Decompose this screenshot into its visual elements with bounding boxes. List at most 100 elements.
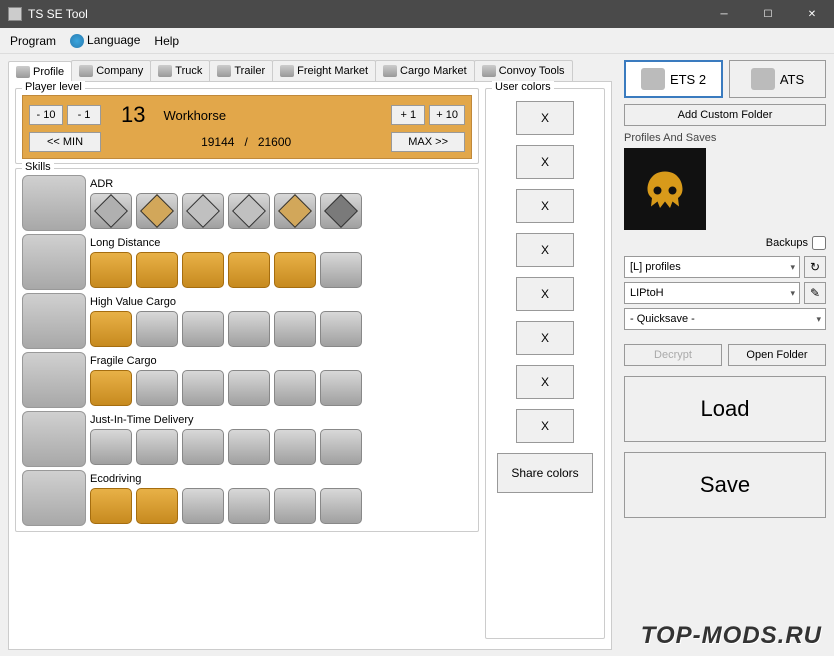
skill-eco-cell-1[interactable] xyxy=(136,488,178,524)
skill-eco-cell-0[interactable] xyxy=(90,488,132,524)
skill-high-cell-5[interactable] xyxy=(320,311,362,347)
level-plus-10[interactable]: + 10 xyxy=(429,105,465,125)
skill-high-cell-1[interactable] xyxy=(136,311,178,347)
skill-fragile-cell-4[interactable] xyxy=(274,370,316,406)
profile-avatar xyxy=(624,148,706,230)
skill-adr-cell-4[interactable] xyxy=(274,193,316,229)
tab-trailer[interactable]: Trailer xyxy=(209,60,273,81)
skill-high-cell-2[interactable] xyxy=(182,311,224,347)
adr-diamond-icon xyxy=(140,194,174,228)
level-minus-10[interactable]: - 10 xyxy=(29,105,63,125)
share-colors-button[interactable]: Share colors xyxy=(497,453,593,493)
tab-freight[interactable]: Freight Market xyxy=(272,60,376,81)
maximize-button[interactable]: ☐ xyxy=(746,0,790,28)
level-minus-1[interactable]: - 1 xyxy=(67,105,101,125)
skill-adr-cell-0[interactable] xyxy=(90,193,132,229)
skill-eco-cell-3[interactable] xyxy=(228,488,270,524)
skill-long-cell-3[interactable] xyxy=(228,252,270,288)
minimize-button[interactable]: ─ xyxy=(702,0,746,28)
company-tab-icon xyxy=(79,65,93,77)
skill-jit-cell-0[interactable] xyxy=(90,429,132,465)
menu-program[interactable]: Program xyxy=(10,34,56,48)
skill-fragile-cell-1[interactable] xyxy=(136,370,178,406)
tab-cargo[interactable]: Cargo Market xyxy=(375,60,475,81)
open-folder-button[interactable]: Open Folder xyxy=(728,344,826,366)
user-color-slot-3[interactable]: X xyxy=(516,233,574,267)
freight-tab-icon xyxy=(280,65,294,77)
close-button[interactable]: ✕ xyxy=(790,0,834,28)
adr-diamond-icon xyxy=(94,194,128,228)
skill-high-cell-4[interactable] xyxy=(274,311,316,347)
skill-jit-cell-2[interactable] xyxy=(182,429,224,465)
skill-eco-cell-5[interactable] xyxy=(320,488,362,524)
tab-truck[interactable]: Truck xyxy=(150,60,210,81)
skill-long-cell-4[interactable] xyxy=(274,252,316,288)
skill-fragile-cell-0[interactable] xyxy=(90,370,132,406)
skill-jit-icon xyxy=(22,411,86,467)
skill-jit-cell-3[interactable] xyxy=(228,429,270,465)
skill-fragile-cell-3[interactable] xyxy=(228,370,270,406)
skill-eco-cell-4[interactable] xyxy=(274,488,316,524)
player-level-legend: Player level xyxy=(22,81,85,93)
level-min-button[interactable]: << MIN xyxy=(29,132,101,152)
titlebar: TS SE Tool ─ ☐ ✕ xyxy=(0,0,834,28)
skill-row-jit: Just-In-Time Delivery xyxy=(22,411,472,467)
backups-checkbox[interactable] xyxy=(812,236,826,250)
user-combo[interactable]: LIPtoH xyxy=(624,282,800,304)
game-ets2-button[interactable]: ETS 2 xyxy=(624,60,723,98)
level-max-button[interactable]: MAX >> xyxy=(391,132,465,152)
skill-eco-cell-2[interactable] xyxy=(182,488,224,524)
skill-adr-cell-1[interactable] xyxy=(136,193,178,229)
refresh-profiles-button[interactable]: ↻ xyxy=(804,256,826,278)
level-plus-1[interactable]: + 1 xyxy=(391,105,425,125)
user-color-slot-5[interactable]: X xyxy=(516,321,574,355)
skill-adr-cell-3[interactable] xyxy=(228,193,270,229)
skill-adr-cell-5[interactable] xyxy=(320,193,362,229)
skill-high-label: High Value Cargo xyxy=(90,296,472,308)
edit-user-button[interactable]: ✎ xyxy=(804,282,826,304)
add-custom-folder-button[interactable]: Add Custom Folder xyxy=(624,104,826,126)
skills-group: Skills ADRLong DistanceHigh Value CargoF… xyxy=(15,168,479,532)
adr-diamond-icon xyxy=(278,194,312,228)
skill-eco-icon xyxy=(22,470,86,526)
menu-help[interactable]: Help xyxy=(154,34,179,48)
user-color-slot-4[interactable]: X xyxy=(516,277,574,311)
tab-profile[interactable]: Profile xyxy=(8,61,72,82)
ats-truck-icon xyxy=(751,68,775,90)
skill-fragile-cell-5[interactable] xyxy=(320,370,362,406)
truck-tab-icon xyxy=(158,65,172,77)
user-color-slot-7[interactable]: X xyxy=(516,409,574,443)
game-ats-button[interactable]: ATS xyxy=(729,60,826,98)
load-button[interactable]: Load xyxy=(624,376,826,442)
tab-convoy[interactable]: Convoy Tools xyxy=(474,60,573,81)
decrypt-button[interactable]: Decrypt xyxy=(624,344,722,366)
user-color-slot-0[interactable]: X xyxy=(516,101,574,135)
profiles-combo[interactable]: [L] profiles xyxy=(624,256,800,278)
user-color-slot-1[interactable]: X xyxy=(516,145,574,179)
save-button[interactable]: Save xyxy=(624,452,826,518)
menu-language[interactable]: Language xyxy=(70,33,140,48)
skill-row-high: High Value Cargo xyxy=(22,293,472,349)
skill-fragile-cell-2[interactable] xyxy=(182,370,224,406)
skill-jit-cell-5[interactable] xyxy=(320,429,362,465)
tab-company[interactable]: Company xyxy=(71,60,151,81)
skill-jit-cell-1[interactable] xyxy=(136,429,178,465)
user-colors-legend: User colors xyxy=(492,81,554,93)
skill-row-fragile: Fragile Cargo xyxy=(22,352,472,408)
skill-high-cell-0[interactable] xyxy=(90,311,132,347)
skill-long-cell-2[interactable] xyxy=(182,252,224,288)
skill-adr-cell-2[interactable] xyxy=(182,193,224,229)
skill-row-eco: Ecodriving xyxy=(22,470,472,526)
watermark: TOP-MODS.RU xyxy=(641,622,822,650)
backups-label: Backups xyxy=(766,237,808,249)
save-combo[interactable]: - Quicksave - xyxy=(624,308,826,330)
skill-long-cell-1[interactable] xyxy=(136,252,178,288)
user-color-slot-2[interactable]: X xyxy=(516,189,574,223)
user-color-slot-6[interactable]: X xyxy=(516,365,574,399)
skill-long-cell-0[interactable] xyxy=(90,252,132,288)
skill-jit-cell-4[interactable] xyxy=(274,429,316,465)
skill-long-cell-5[interactable] xyxy=(320,252,362,288)
app-icon xyxy=(8,7,22,21)
skill-adr-icon xyxy=(22,175,86,231)
skill-high-cell-3[interactable] xyxy=(228,311,270,347)
